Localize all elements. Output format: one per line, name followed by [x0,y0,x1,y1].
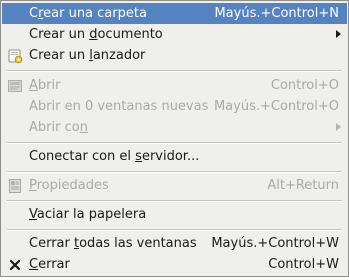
menu-item-connect-server[interactable]: Conectar con el servidor... [2,146,347,167]
menu-item-label: Crear una carpeta [29,6,147,21]
menu-separator [7,70,342,72]
file-context-menu: Crear una carpeta Mayús.+Control+N Crear… [0,0,349,277]
menu-separator [7,142,342,144]
menu-item-open-in-new-windows: Abrir en 0 ventanas nuevas Mayús.+Contro… [2,96,347,117]
menu-separator [7,229,342,231]
menu-item-label: Vaciar la papelera [29,207,147,222]
menu-item-create-document[interactable]: Crear un documento [2,24,347,45]
menu-item-accelerator: Control+O [270,78,339,93]
menu-item-open: Abrir Control+O [2,75,347,96]
menu-item-create-folder[interactable]: Crear una carpeta Mayús.+Control+N [2,3,347,24]
menu-item-label: Propiedades [29,178,109,193]
submenu-arrow-icon [336,30,341,38]
properties-icon [7,178,23,194]
menu-item-label: Abrir con [29,120,88,135]
menu-item-label: Abrir [29,78,61,93]
submenu-arrow-icon [336,123,341,131]
menu-item-accelerator: Control+W [268,257,339,272]
menu-item-label: Cerrar [29,257,70,272]
menu-item-label: Crear un documento [29,27,163,42]
menu-separator [7,200,342,202]
menu-item-open-with: Abrir con [2,117,347,138]
menu-item-label: Abrir en 0 ventanas nuevas [29,99,209,114]
menu-item-close-all-windows[interactable]: Cerrar todas las ventanas Mayús.+Control… [2,233,347,254]
menu-item-label: Conectar con el servidor... [29,149,200,164]
menu-item-accelerator: Alt+Return [267,178,339,193]
menu-item-create-launcher[interactable]: Crear un lanzador [2,45,347,66]
open-icon [7,78,23,94]
close-icon [7,257,23,273]
menu-item-close[interactable]: Cerrar Control+W [2,254,347,275]
menu-item-accelerator: Mayús.+Control+N [214,6,339,21]
menu-item-properties: Propiedades Alt+Return [2,175,347,196]
menu-item-accelerator: Mayús.+Control+O [213,99,339,114]
menu-item-empty-trash[interactable]: Vaciar la papelera [2,204,347,225]
menu-separator [7,171,342,173]
launcher-icon [7,48,23,64]
menu-item-label: Cerrar todas las ventanas [29,236,197,251]
menu-item-label: Crear un lanzador [29,48,146,63]
menu-item-accelerator: Mayús.+Control+W [211,236,339,251]
